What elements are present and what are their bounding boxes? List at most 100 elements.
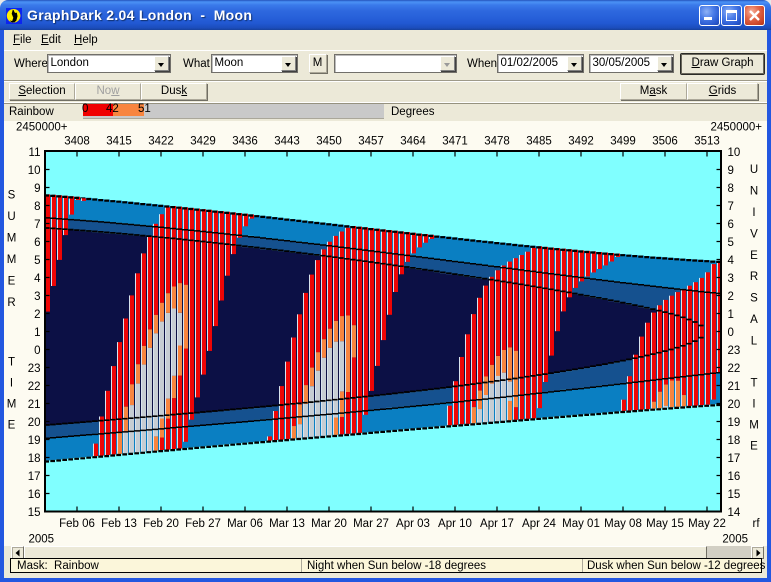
svg-text:2: 2: [34, 309, 40, 321]
svg-text:Apr 24: Apr 24: [522, 518, 556, 530]
svg-text:3492: 3492: [568, 136, 594, 148]
svg-text:A: A: [750, 314, 758, 326]
svg-text:Feb 13: Feb 13: [101, 518, 137, 530]
svg-text:V: V: [750, 228, 758, 240]
svg-text:I: I: [752, 207, 755, 219]
svg-text:T: T: [750, 378, 757, 390]
svg-text:9: 9: [34, 183, 40, 195]
svg-text:3485: 3485: [526, 136, 552, 148]
svg-text:4: 4: [34, 273, 41, 285]
svg-text:L: L: [751, 336, 758, 348]
svg-text:10: 10: [28, 165, 41, 177]
svg-text:2: 2: [728, 291, 734, 303]
svg-text:7: 7: [34, 219, 40, 231]
svg-text:2005: 2005: [29, 534, 55, 546]
svg-text:3464: 3464: [400, 136, 426, 148]
svg-text:18: 18: [728, 435, 741, 447]
svg-text:3499: 3499: [610, 136, 636, 148]
svg-text:U: U: [750, 164, 758, 176]
svg-text:I: I: [10, 378, 13, 390]
svg-text:3443: 3443: [274, 136, 300, 148]
svg-text:0: 0: [728, 327, 734, 339]
svg-text:15: 15: [28, 507, 41, 519]
svg-text:22: 22: [728, 363, 741, 375]
svg-text:2005: 2005: [722, 534, 748, 546]
svg-text:S: S: [8, 190, 16, 202]
svg-text:Mar 20: Mar 20: [311, 518, 347, 530]
svg-text:M: M: [7, 399, 17, 411]
svg-text:Mar 06: Mar 06: [227, 518, 263, 530]
svg-text:6: 6: [34, 237, 40, 249]
svg-text:1: 1: [728, 309, 734, 321]
svg-text:8: 8: [728, 183, 734, 195]
svg-text:M: M: [749, 420, 759, 432]
svg-text:3: 3: [728, 273, 734, 285]
svg-text:N: N: [750, 185, 758, 197]
svg-text:4: 4: [728, 255, 735, 267]
svg-text:E: E: [750, 441, 758, 453]
svg-text:3415: 3415: [106, 136, 132, 148]
svg-text:20: 20: [28, 417, 41, 429]
svg-text:Apr 17: Apr 17: [480, 518, 514, 530]
svg-text:14: 14: [728, 507, 741, 519]
svg-text:22: 22: [28, 381, 41, 393]
svg-text:3408: 3408: [64, 136, 90, 148]
svg-text:11: 11: [29, 147, 41, 159]
svg-text:R: R: [750, 271, 758, 283]
svg-text:E: E: [8, 276, 16, 288]
svg-text:May 08: May 08: [604, 518, 642, 530]
svg-text:3436: 3436: [232, 136, 258, 148]
svg-text:M: M: [7, 233, 17, 245]
svg-text:S: S: [750, 293, 758, 305]
svg-text:T: T: [8, 357, 15, 369]
svg-text:18: 18: [28, 453, 41, 465]
svg-text:rf: rf: [752, 518, 760, 530]
svg-text:May 22: May 22: [688, 518, 726, 530]
svg-text:U: U: [7, 211, 15, 223]
svg-text:Feb 27: Feb 27: [185, 518, 221, 530]
svg-text:2450000+: 2450000+: [711, 122, 763, 134]
svg-text:10: 10: [728, 147, 741, 159]
svg-text:19: 19: [28, 435, 41, 447]
svg-text:7: 7: [728, 201, 734, 213]
svg-text:3: 3: [34, 291, 40, 303]
svg-text:Apr 10: Apr 10: [438, 518, 472, 530]
svg-text:I: I: [752, 399, 755, 411]
svg-text:17: 17: [28, 471, 41, 483]
svg-text:Feb 06: Feb 06: [59, 518, 95, 530]
svg-text:M: M: [7, 254, 17, 266]
svg-text:1: 1: [34, 327, 40, 339]
svg-text:E: E: [8, 420, 16, 432]
svg-text:0: 0: [34, 345, 40, 357]
svg-text:2450000+: 2450000+: [16, 122, 68, 134]
svg-text:15: 15: [728, 489, 741, 501]
svg-text:16: 16: [728, 471, 741, 483]
svg-text:Mar 13: Mar 13: [269, 518, 305, 530]
svg-text:5: 5: [728, 237, 734, 249]
svg-text:Feb 20: Feb 20: [143, 518, 179, 530]
svg-text:R: R: [7, 297, 15, 309]
svg-text:19: 19: [728, 417, 741, 429]
svg-text:May 01: May 01: [562, 518, 600, 530]
svg-text:8: 8: [34, 201, 40, 213]
svg-text:6: 6: [728, 219, 734, 231]
svg-text:17: 17: [728, 453, 741, 465]
svg-text:Apr 03: Apr 03: [396, 518, 430, 530]
svg-text:3429: 3429: [190, 136, 216, 148]
svg-text:3450: 3450: [316, 136, 342, 148]
svg-text:20: 20: [728, 399, 741, 411]
svg-text:16: 16: [28, 489, 41, 501]
svg-text:3513: 3513: [694, 136, 720, 148]
svg-text:3471: 3471: [442, 136, 468, 148]
svg-text:23: 23: [728, 345, 741, 357]
svg-text:May 15: May 15: [646, 518, 684, 530]
svg-text:Mar 27: Mar 27: [353, 518, 389, 530]
svg-text:9: 9: [728, 165, 734, 177]
svg-text:3506: 3506: [652, 136, 678, 148]
svg-text:21: 21: [728, 381, 741, 393]
svg-text:3422: 3422: [148, 136, 174, 148]
svg-text:21: 21: [28, 399, 41, 411]
svg-text:3478: 3478: [484, 136, 510, 148]
svg-text:3457: 3457: [358, 136, 384, 148]
svg-text:23: 23: [28, 363, 41, 375]
